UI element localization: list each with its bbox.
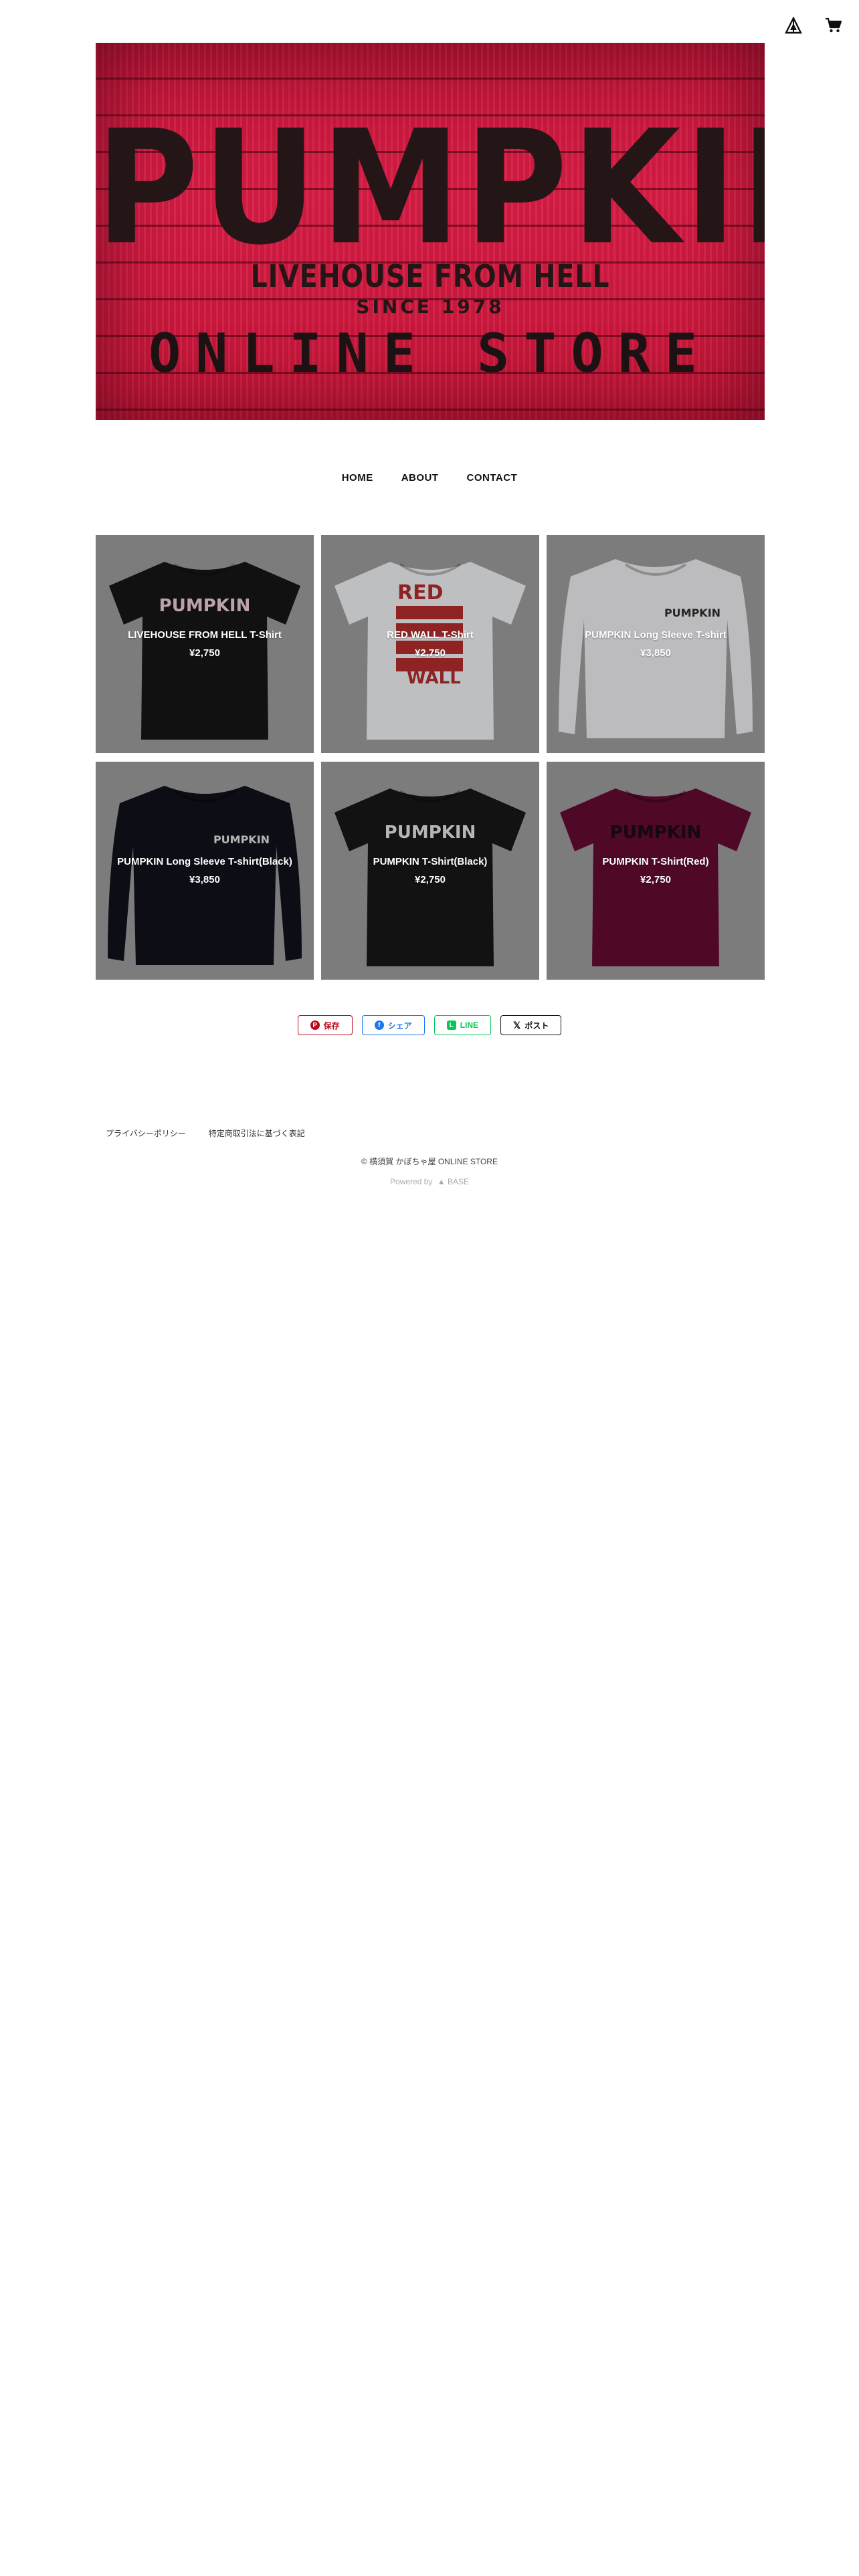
product-price: ¥2,750 <box>640 874 671 885</box>
base-wordmark: BASE <box>447 1177 469 1186</box>
nav-contact[interactable]: CONTACT <box>467 472 518 484</box>
product-card[interactable]: PUMPKIN PUMPKIN Long Sleeve T-shirt(Blac… <box>96 762 314 980</box>
product-name: LIVEHOUSE FROM HELL T-Shirt <box>128 629 282 641</box>
base-logo-icon: ▲ <box>437 1177 446 1186</box>
legal-notice-link[interactable]: 特定商取引法に基づく表記 <box>209 1128 305 1139</box>
product-card[interactable]: PUMPKIN PUMPKIN T-Shirt(Black) ¥2,750 <box>321 762 539 980</box>
base-logo-icon[interactable] <box>781 13 805 37</box>
product-price: ¥3,850 <box>189 874 220 885</box>
cart-icon[interactable] <box>822 13 846 37</box>
header-icons <box>781 13 846 37</box>
product-card[interactable]: PUMPKIN PUMPKIN Long Sleeve T-shirt ¥3,8… <box>547 535 765 753</box>
pinterest-icon: P <box>310 1021 320 1030</box>
product-name: PUMPKIN Long Sleeve T-shirt(Black) <box>117 856 292 867</box>
product-price: ¥2,750 <box>415 874 446 885</box>
product-price: ¥3,850 <box>640 647 671 659</box>
x-post-button[interactable]: 𝕏 ポスト <box>500 1015 562 1035</box>
product-card[interactable]: PUMPKIN PUMPKIN T-Shirt(Red) ¥2,750 <box>547 762 765 980</box>
copyright: © 横須賀 かぼちゃ屋 ONLINE STORE <box>361 1157 498 1166</box>
product-card[interactable]: PUMPKIN LIVEHOUSE FROM HELL T-Shirt ¥2,7… <box>96 535 314 753</box>
product-name: PUMPKIN T-Shirt(Red) <box>602 856 709 867</box>
privacy-policy-link[interactable]: プライバシーポリシー <box>106 1128 186 1139</box>
share-buttons: P 保存 f シェア L LINE 𝕏 ポスト <box>0 1015 859 1035</box>
banner-since: SINCE 1978 <box>356 296 504 318</box>
pinterest-save-button[interactable]: P 保存 <box>297 1015 353 1035</box>
line-icon: L <box>446 1021 456 1030</box>
banner-title: PUMPKIN <box>96 96 765 280</box>
product-name: PUMPKIN T-Shirt(Black) <box>373 856 488 867</box>
product-name: PUMPKIN Long Sleeve T-shirt <box>585 629 727 641</box>
banner-subtitle: LIVEHOUSE FROM HELL <box>250 258 610 294</box>
facebook-icon: f <box>374 1021 384 1030</box>
nav-about[interactable]: ABOUT <box>401 472 439 484</box>
product-name: RED WALL T-Shirt <box>387 629 474 641</box>
product-grid: PUMPKIN LIVEHOUSE FROM HELL T-Shirt ¥2,7… <box>96 535 765 980</box>
facebook-share-button[interactable]: f シェア <box>361 1015 425 1035</box>
footer-links: プライバシーポリシー 特定商取引法に基づく表記 <box>106 1128 305 1139</box>
line-share-button[interactable]: L LINE <box>434 1015 492 1035</box>
product-price: ¥2,750 <box>415 647 446 659</box>
store-banner[interactable]: PUMPKIN LIVEHOUSE FROM HELL SINCE 1978 O… <box>96 43 765 420</box>
powered-by[interactable]: Powered by ▲ BASE <box>0 1177 859 1186</box>
nav-home[interactable]: HOME <box>342 472 373 484</box>
banner-store-text: ONLINE STORE <box>149 322 712 385</box>
product-price: ¥2,750 <box>189 647 220 659</box>
main-nav: HOME ABOUT CONTACT <box>0 472 859 484</box>
product-card[interactable]: RED WALL RED WALL T-Shirt ¥2,750 <box>321 535 539 753</box>
x-icon: 𝕏 <box>513 1019 521 1031</box>
